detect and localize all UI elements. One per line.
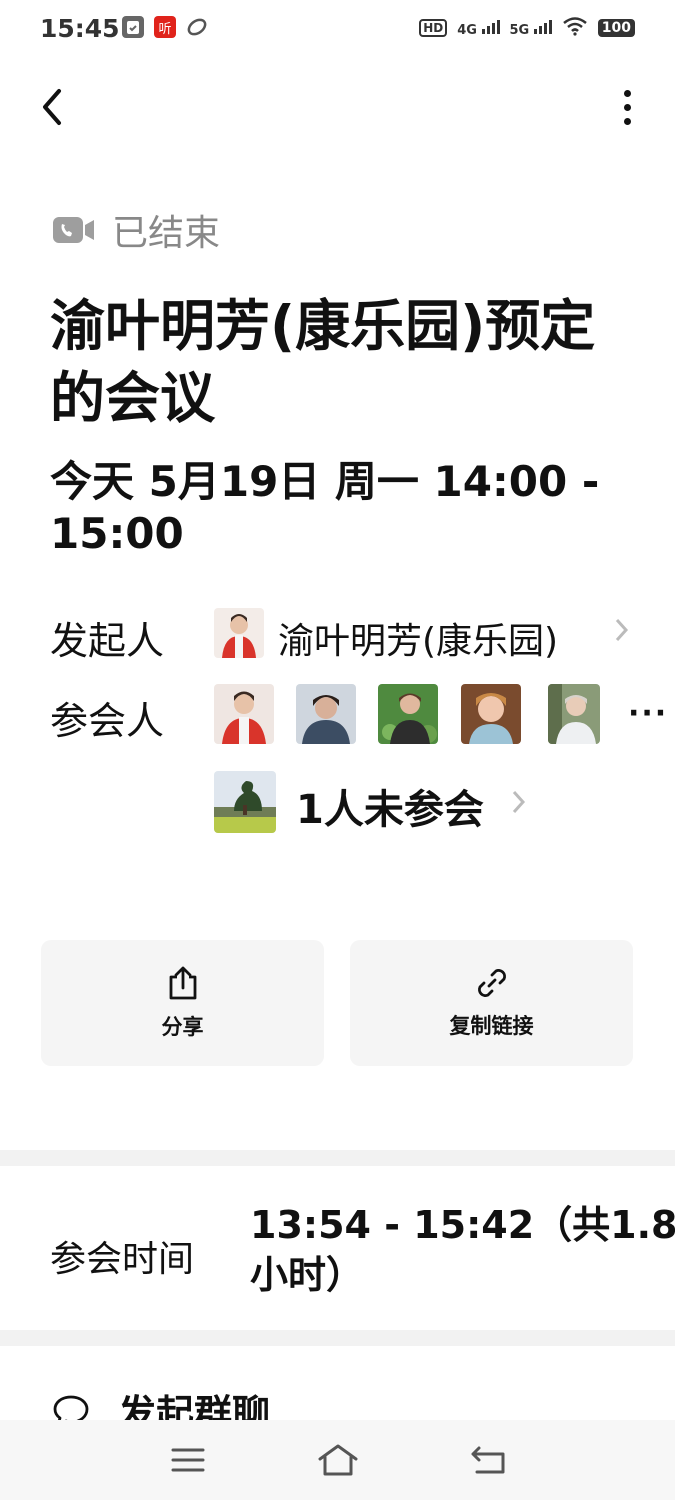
meeting-status-text: 已结束	[112, 213, 221, 254]
share-label: 分享	[161, 1015, 204, 1039]
home-button[interactable]	[308, 1440, 368, 1480]
listen-app-icon: 听	[154, 16, 176, 38]
back-nav-button[interactable]	[458, 1440, 518, 1480]
share-icon	[169, 966, 196, 1000]
participants-label: 参会人	[50, 699, 165, 743]
section-divider	[0, 1330, 675, 1346]
more-participants-button[interactable]: ···	[628, 696, 668, 731]
status-bar: 15:45 听 HD 4G 5G 100	[0, 0, 675, 58]
attendance-label: 参会时间	[50, 1239, 195, 1280]
network-4g-label: 4G	[457, 23, 477, 38]
organizer-avatar[interactable]	[214, 608, 264, 658]
back-arrow-icon	[43, 89, 61, 125]
more-vertical-icon	[623, 89, 631, 97]
system-navigation-bar	[0, 1420, 675, 1500]
share-button[interactable]: 分享	[41, 940, 324, 1066]
return-icon	[471, 1446, 505, 1474]
status-system-icons: HD 4G 5G 100	[419, 16, 635, 40]
absent-count-text[interactable]: 1人未参会	[296, 777, 484, 835]
link-icon	[477, 969, 506, 997]
back-button[interactable]	[30, 82, 74, 132]
menu-icon	[171, 1448, 205, 1472]
sync-icon	[186, 16, 208, 38]
meeting-status: 已结束	[52, 204, 220, 256]
clipboard-check-icon	[122, 16, 144, 38]
meeting-datetime: 今天 5月19日 周一 14:00 - 15:00	[50, 457, 600, 558]
signal-5g-icon: 5G	[510, 18, 552, 38]
battery-icon: 100	[597, 19, 635, 37]
attendance-value: 13:54 - 15:42（共1.8小时）	[250, 1203, 675, 1297]
meeting-title: 渝叶明芳(康乐园)预定的会议	[50, 294, 596, 430]
participant-avatar[interactable]	[378, 684, 438, 744]
participant-avatar[interactable]	[214, 684, 274, 744]
wifi-icon	[562, 16, 588, 40]
more-options-button[interactable]	[607, 82, 647, 132]
absent-participant-avatar[interactable]	[214, 771, 276, 833]
hd-voice-icon: HD	[419, 19, 448, 37]
participant-avatar[interactable]	[296, 684, 356, 744]
section-divider	[0, 1150, 675, 1166]
organizer-label: 发起人	[50, 619, 165, 663]
signal-4g-icon: 4G	[457, 18, 500, 38]
menu-button[interactable]	[158, 1440, 218, 1480]
participant-avatar[interactable]	[548, 684, 600, 744]
video-camera-icon	[53, 217, 94, 243]
copy-link-button[interactable]: 复制链接	[350, 940, 633, 1066]
home-icon	[318, 1444, 358, 1476]
absent-chevron-right-icon	[511, 788, 527, 823]
organizer-chevron-right-icon	[614, 616, 630, 651]
status-time: 15:45	[40, 14, 120, 43]
copy-link-label: 复制链接	[449, 1014, 534, 1038]
status-notification-icons: 听	[122, 16, 208, 38]
organizer-name[interactable]: 渝叶明芳(康乐园)	[278, 612, 558, 664]
network-5g-label: 5G	[509, 23, 530, 38]
participant-avatar[interactable]	[461, 684, 521, 744]
